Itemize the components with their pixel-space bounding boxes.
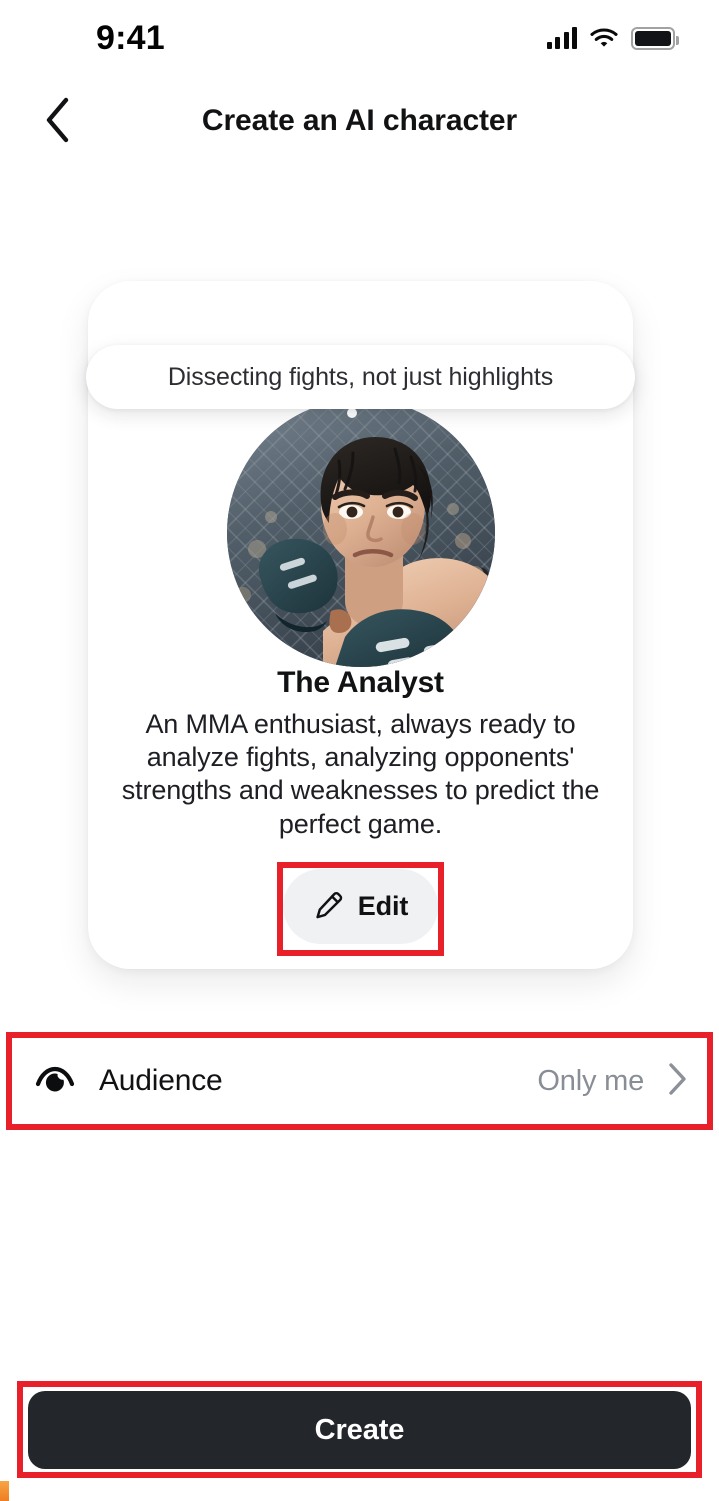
status-time: 9:41 bbox=[96, 19, 165, 57]
audience-row[interactable]: Audience Only me bbox=[13, 1039, 706, 1123]
navigation-bar: Create an AI character bbox=[0, 88, 719, 158]
status-icons bbox=[546, 23, 679, 50]
avatar bbox=[226, 399, 495, 667]
character-tagline-text: Dissecting fights, not just highlights bbox=[167, 363, 554, 391]
character-name: The Analyst bbox=[277, 666, 444, 699]
audience-row-left: Audience bbox=[33, 1062, 537, 1101]
cellular-bars-icon bbox=[546, 27, 577, 49]
page-title: Create an AI character bbox=[201, 104, 518, 137]
create-button[interactable]: Create bbox=[28, 1391, 691, 1469]
audience-label: Audience bbox=[99, 1064, 223, 1097]
audience-value: Only me bbox=[537, 1064, 644, 1097]
status-bar: 9:41 bbox=[0, 0, 719, 72]
chevron-right-icon[interactable] bbox=[668, 1062, 688, 1101]
corner-marker bbox=[0, 1481, 9, 1501]
edit-button[interactable]: Edit bbox=[282, 869, 439, 944]
eye-privacy-icon bbox=[33, 1062, 77, 1101]
character-description: An MMA enthusiast, always ready to analy… bbox=[121, 709, 600, 839]
avatar-image bbox=[226, 399, 495, 667]
pencil-icon bbox=[313, 890, 344, 924]
wifi-icon bbox=[590, 27, 618, 49]
phone-screen: 9:41 Create an AI character Dissecting f… bbox=[0, 0, 719, 1501]
character-preview-card: Dissecting fights, not just highlights T… bbox=[86, 281, 635, 969]
edit-button-label: Edit bbox=[357, 891, 409, 921]
battery-full-icon bbox=[631, 26, 679, 50]
character-tagline-bubble: Dissecting fights, not just highlights bbox=[86, 345, 635, 409]
